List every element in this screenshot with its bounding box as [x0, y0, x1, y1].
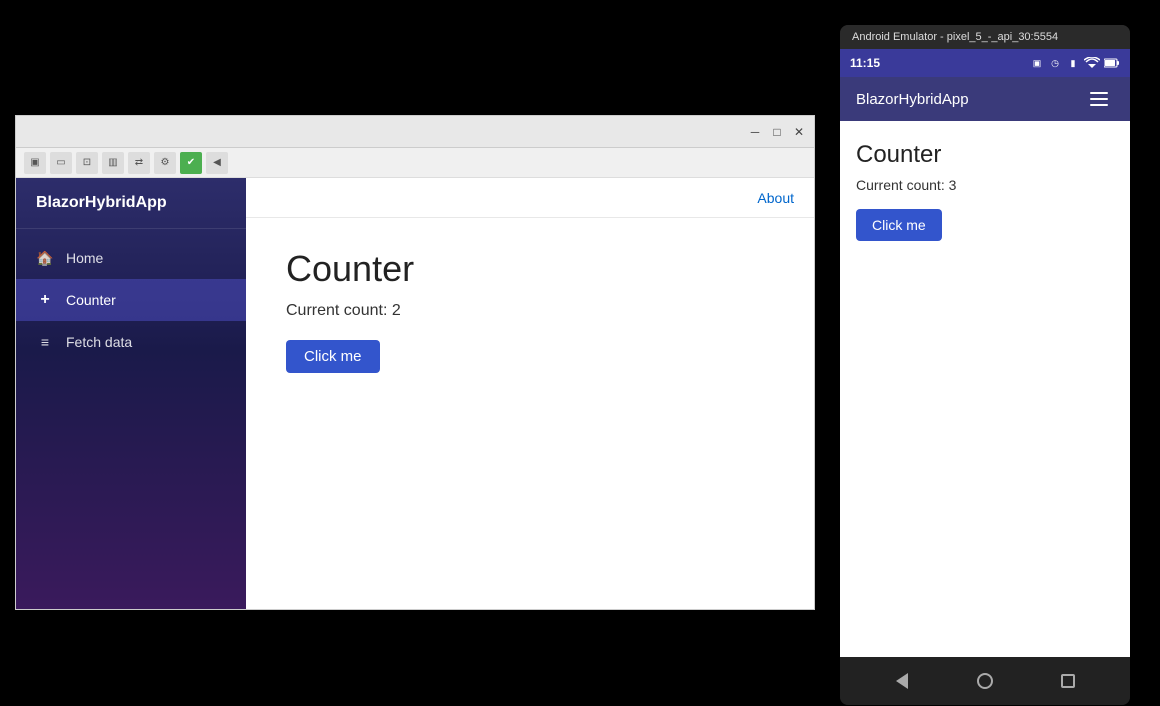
page-title: Counter	[286, 248, 774, 290]
status-icons: ▣ ◷ ▮	[1030, 57, 1120, 69]
android-statusbar: 11:15 ▣ ◷ ▮	[840, 49, 1130, 77]
toolbar-icon-4[interactable]: ▥	[102, 152, 124, 174]
sidebar-item-fetchdata[interactable]: ≡ Fetch data	[16, 321, 246, 363]
list-icon: ≡	[36, 333, 54, 351]
maximize-button[interactable]: □	[770, 125, 784, 139]
toolbar-icon-6[interactable]: ⚙	[154, 152, 176, 174]
sidebar-item-home[interactable]: 🏠 Home	[16, 237, 246, 279]
emulator-title: Android Emulator - pixel_5_-_api_30:5554	[852, 31, 1058, 43]
toolbar-icon-3[interactable]: ⊡	[76, 152, 98, 174]
emulator-titlebar: Android Emulator - pixel_5_-_api_30:5554	[840, 25, 1130, 49]
sidebar-item-fetchdata-label: Fetch data	[66, 334, 132, 350]
recent-icon	[1061, 674, 1075, 688]
home-icon	[977, 673, 993, 689]
android-app: BlazorHybridApp Counter Current count: 3…	[840, 77, 1130, 657]
android-brand: BlazorHybridApp	[856, 91, 969, 108]
hamburger-line-2	[1090, 98, 1108, 100]
home-icon: 🏠	[36, 249, 54, 267]
android-emulator: Android Emulator - pixel_5_-_api_30:5554…	[840, 25, 1130, 705]
plus-icon: +	[36, 291, 54, 309]
window-toolbar: ▣ ▭ ⊡ ▥ ⇄ ⚙ ✔ ◀	[16, 148, 814, 178]
android-current-count: Current count: 3	[856, 177, 1114, 193]
close-button[interactable]: ✕	[792, 125, 806, 139]
toolbar-icon-arrow[interactable]: ◀	[206, 152, 228, 174]
battery-level-icon	[1104, 58, 1120, 68]
hamburger-line-1	[1090, 92, 1108, 94]
status-time: 11:15	[850, 56, 880, 70]
desktop-window: ─ □ ✕ ▣ ▭ ⊡ ▥ ⇄ ⚙ ✔ ◀ BlazorHybridApp 🏠 …	[15, 115, 815, 610]
hamburger-button[interactable]	[1086, 85, 1114, 113]
sidebar-item-home-label: Home	[66, 250, 103, 266]
android-content: Counter Current count: 3 Click me	[840, 121, 1130, 261]
toolbar-icon-2[interactable]: ▭	[50, 152, 72, 174]
back-icon	[896, 673, 908, 689]
toolbar-icon-1[interactable]: ▣	[24, 152, 46, 174]
window-body: BlazorHybridApp 🏠 Home + Counter ≡ Fetch…	[16, 178, 814, 609]
main-page: Counter Current count: 2 Click me	[246, 218, 814, 609]
android-back-button[interactable]	[890, 669, 914, 693]
android-home-button[interactable]	[973, 669, 997, 693]
main-topbar: About	[246, 178, 814, 218]
sidebar-nav: 🏠 Home + Counter ≡ Fetch data	[16, 229, 246, 371]
wifi-icon	[1084, 57, 1100, 69]
sidebar: BlazorHybridApp 🏠 Home + Counter ≡ Fetch…	[16, 178, 246, 609]
toolbar-icon-5[interactable]: ⇄	[128, 152, 150, 174]
android-navbar: BlazorHybridApp	[840, 77, 1130, 121]
sidebar-brand: BlazorHybridApp	[16, 178, 246, 229]
current-count: Current count: 2	[286, 302, 774, 320]
battery-icon: ▮	[1066, 58, 1080, 68]
sidebar-item-counter-label: Counter	[66, 292, 116, 308]
about-link[interactable]: About	[757, 190, 794, 206]
hamburger-line-3	[1090, 104, 1108, 106]
minimize-button[interactable]: ─	[748, 125, 762, 139]
android-recent-button[interactable]	[1056, 669, 1080, 693]
alarm-icon: ◷	[1048, 58, 1062, 68]
click-me-button[interactable]: Click me	[286, 340, 380, 373]
window-titlebar: ─ □ ✕	[16, 116, 814, 148]
android-page-title: Counter	[856, 141, 1114, 169]
toolbar-icon-check[interactable]: ✔	[180, 152, 202, 174]
android-click-me-button[interactable]: Click me	[856, 209, 942, 241]
main-content: About Counter Current count: 2 Click me	[246, 178, 814, 609]
notification-icon: ▣	[1030, 58, 1044, 68]
sidebar-item-counter[interactable]: + Counter	[16, 279, 246, 321]
android-bottombar	[840, 657, 1130, 705]
